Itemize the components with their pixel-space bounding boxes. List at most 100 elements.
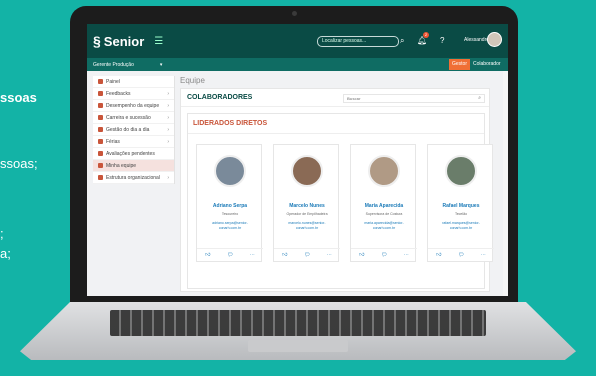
- logo-text: Senior: [103, 33, 145, 49]
- page-title: Equipe: [180, 76, 205, 85]
- chat-icon[interactable]: 💬︎: [227, 252, 233, 258]
- more-icon[interactable]: ⋯: [481, 252, 486, 258]
- chevron-right-icon: ›: [167, 90, 169, 97]
- help-icon[interactable]: ?: [440, 36, 444, 45]
- chevron-down-icon[interactable]: ▾: [160, 62, 163, 68]
- checklist-icon: [98, 151, 103, 156]
- sidebar-item-painel[interactable]: Painel: [93, 76, 174, 88]
- sidebar-item-label: Carreira e sucessão: [106, 114, 151, 121]
- laptop-keyboard: [110, 310, 486, 336]
- leader-role: Supervisora de Costura: [365, 212, 403, 216]
- trophy-icon: [98, 115, 103, 120]
- chart-icon: [98, 103, 103, 108]
- avatar[interactable]: [368, 155, 400, 187]
- menu-icon[interactable]: ☰: [154, 36, 163, 47]
- leader-role: Operador de Empilhadeira: [286, 212, 328, 216]
- sidebar-item-avaliacoes[interactable]: Avaliações pendentes: [93, 148, 174, 160]
- chevron-right-icon: ›: [167, 126, 169, 133]
- avatar[interactable]: [214, 155, 246, 187]
- thumbs-up-icon[interactable]: 👍︎: [436, 252, 441, 258]
- home-icon: [98, 79, 103, 84]
- leader-role: Tesoureiro: [221, 212, 239, 216]
- chat-icon[interactable]: 💬︎: [304, 252, 310, 258]
- leader-role: Tecelão: [454, 212, 468, 216]
- sidebar-item-label: Feedbacks: [106, 90, 131, 97]
- sidebar-item-ferias[interactable]: Férias ›: [93, 136, 174, 148]
- scrollbar[interactable]: [503, 71, 508, 296]
- main-content: COLABORADORES Buscar ⌕ LIDERADOS DIRETOS…: [180, 88, 494, 292]
- colaborador-search-input[interactable]: Buscar ⌕: [343, 94, 485, 103]
- global-search-placeholder: Localizar pessoas...: [322, 38, 367, 44]
- calendar-icon: [98, 127, 103, 132]
- search-icon: ⌕: [478, 95, 481, 101]
- sidebar-item-feedbacks[interactable]: Feedbacks ›: [93, 88, 174, 100]
- team-icon: [98, 163, 103, 168]
- sidebar-item-label: Painel: [106, 78, 120, 85]
- section-header: COLABORADORES Buscar ⌕: [181, 89, 489, 107]
- org-chart-icon: [98, 175, 103, 180]
- user-name[interactable]: Alessandro: [464, 37, 489, 43]
- sidebar-item-label: Férias: [106, 138, 120, 145]
- colaborador-search-placeholder: Buscar: [347, 96, 361, 101]
- avatar[interactable]: [291, 155, 323, 187]
- chevron-right-icon: ›: [167, 138, 169, 145]
- card-actions: 👍︎ 💬︎ ⋯: [274, 248, 340, 261]
- camera-icon: [292, 11, 297, 16]
- leader-card[interactable]: Maria Aparecida Supervisora de Costura m…: [350, 144, 417, 262]
- laptop-screen: § Senior ☰ Localizar pessoas... ⌕ 🔔︎ 2 ?…: [87, 24, 508, 296]
- context-bar: Gerente Produção ▾: [87, 58, 508, 71]
- colaborador-button[interactable]: Colaborador: [470, 59, 504, 70]
- chat-icon[interactable]: 💬︎: [381, 252, 387, 258]
- search-icon[interactable]: ⌕: [400, 36, 404, 46]
- leader-email[interactable]: marcelo.nunes@senior-conarh.com.br: [278, 221, 336, 231]
- leader-name[interactable]: Marcelo Nunes: [274, 203, 340, 209]
- user-avatar[interactable]: [487, 32, 502, 47]
- section-title: COLABORADORES: [187, 94, 253, 101]
- chat-icon[interactable]: 💬︎: [458, 252, 464, 258]
- app-logo[interactable]: § Senior: [93, 33, 144, 49]
- sidebar-item-label: Avaliações pendentes: [106, 150, 155, 157]
- laptop-trackpad: [248, 340, 348, 352]
- sidebar-item-desempenho[interactable]: Desempenho da equipe ›: [93, 100, 174, 112]
- chevron-right-icon: ›: [167, 102, 169, 109]
- sidebar-item-carreira[interactable]: Carreira e sucessão ›: [93, 112, 174, 124]
- leader-email[interactable]: adriano.serpa@senior-conarh.com.br: [201, 221, 259, 231]
- leader-card[interactable]: Marcelo Nunes Operador de Empilhadeira m…: [273, 144, 340, 262]
- background-text-2: ;: [0, 226, 4, 241]
- sidebar-item-label: Minha equipe: [106, 162, 137, 169]
- gestor-button[interactable]: Gestor: [449, 59, 471, 70]
- context-title[interactable]: Gerente Produção: [93, 62, 134, 68]
- leader-name[interactable]: Maria Aparecida: [351, 203, 417, 209]
- leader-name[interactable]: Rafael Marques: [428, 203, 494, 209]
- more-icon[interactable]: ⋯: [250, 252, 255, 258]
- thumbs-up-icon[interactable]: 👍︎: [282, 252, 287, 258]
- sun-icon: [98, 139, 103, 144]
- chevron-right-icon: ›: [167, 174, 169, 181]
- thumbs-up-icon[interactable]: 👍︎: [205, 252, 210, 258]
- global-search-input[interactable]: Localizar pessoas...: [317, 36, 399, 47]
- leaders-title: LIDERADOS DIRETOS: [188, 114, 484, 134]
- more-icon[interactable]: ⋯: [404, 252, 409, 258]
- leader-card[interactable]: Adriano Serpa Tesoureiro adriano.serpa@s…: [196, 144, 263, 262]
- thumbs-up-icon[interactable]: 👍︎: [359, 252, 364, 258]
- sidebar-item-estrutura[interactable]: Estrutura organizacional ›: [93, 172, 174, 184]
- more-icon[interactable]: ⋯: [327, 252, 332, 258]
- leader-email[interactable]: rafael.marques@senior-conarh.com.br: [432, 221, 490, 231]
- thumbs-up-icon: [98, 91, 103, 96]
- card-actions: 👍︎ 💬︎ ⋯: [351, 248, 417, 261]
- leader-cards: Adriano Serpa Tesoureiro adriano.serpa@s…: [196, 144, 494, 262]
- app-topbar: § Senior ☰: [87, 24, 508, 58]
- leaders-panel: LIDERADOS DIRETOS Adriano Serpa Tesourei…: [187, 113, 494, 289]
- background-text-3: a;: [0, 246, 11, 261]
- avatar[interactable]: [445, 155, 477, 187]
- leader-email[interactable]: maria.aparecida@senior-conarh.com.br: [355, 221, 413, 231]
- card-actions: 👍︎ 💬︎ ⋯: [428, 248, 494, 261]
- leader-card[interactable]: Rafael Marques Tecelão rafael.marques@se…: [427, 144, 494, 262]
- card-actions: 👍︎ 💬︎ ⋯: [197, 248, 263, 261]
- sidebar: Painel Feedbacks › Desempenho da equipe › …: [93, 76, 175, 184]
- chevron-right-icon: ›: [167, 114, 169, 121]
- notification-badge: 2: [423, 32, 429, 38]
- sidebar-item-minha-equipe[interactable]: Minha equipe: [93, 160, 174, 172]
- sidebar-item-gestao[interactable]: Gestão do dia a dia ›: [93, 124, 174, 136]
- leader-name[interactable]: Adriano Serpa: [197, 203, 263, 209]
